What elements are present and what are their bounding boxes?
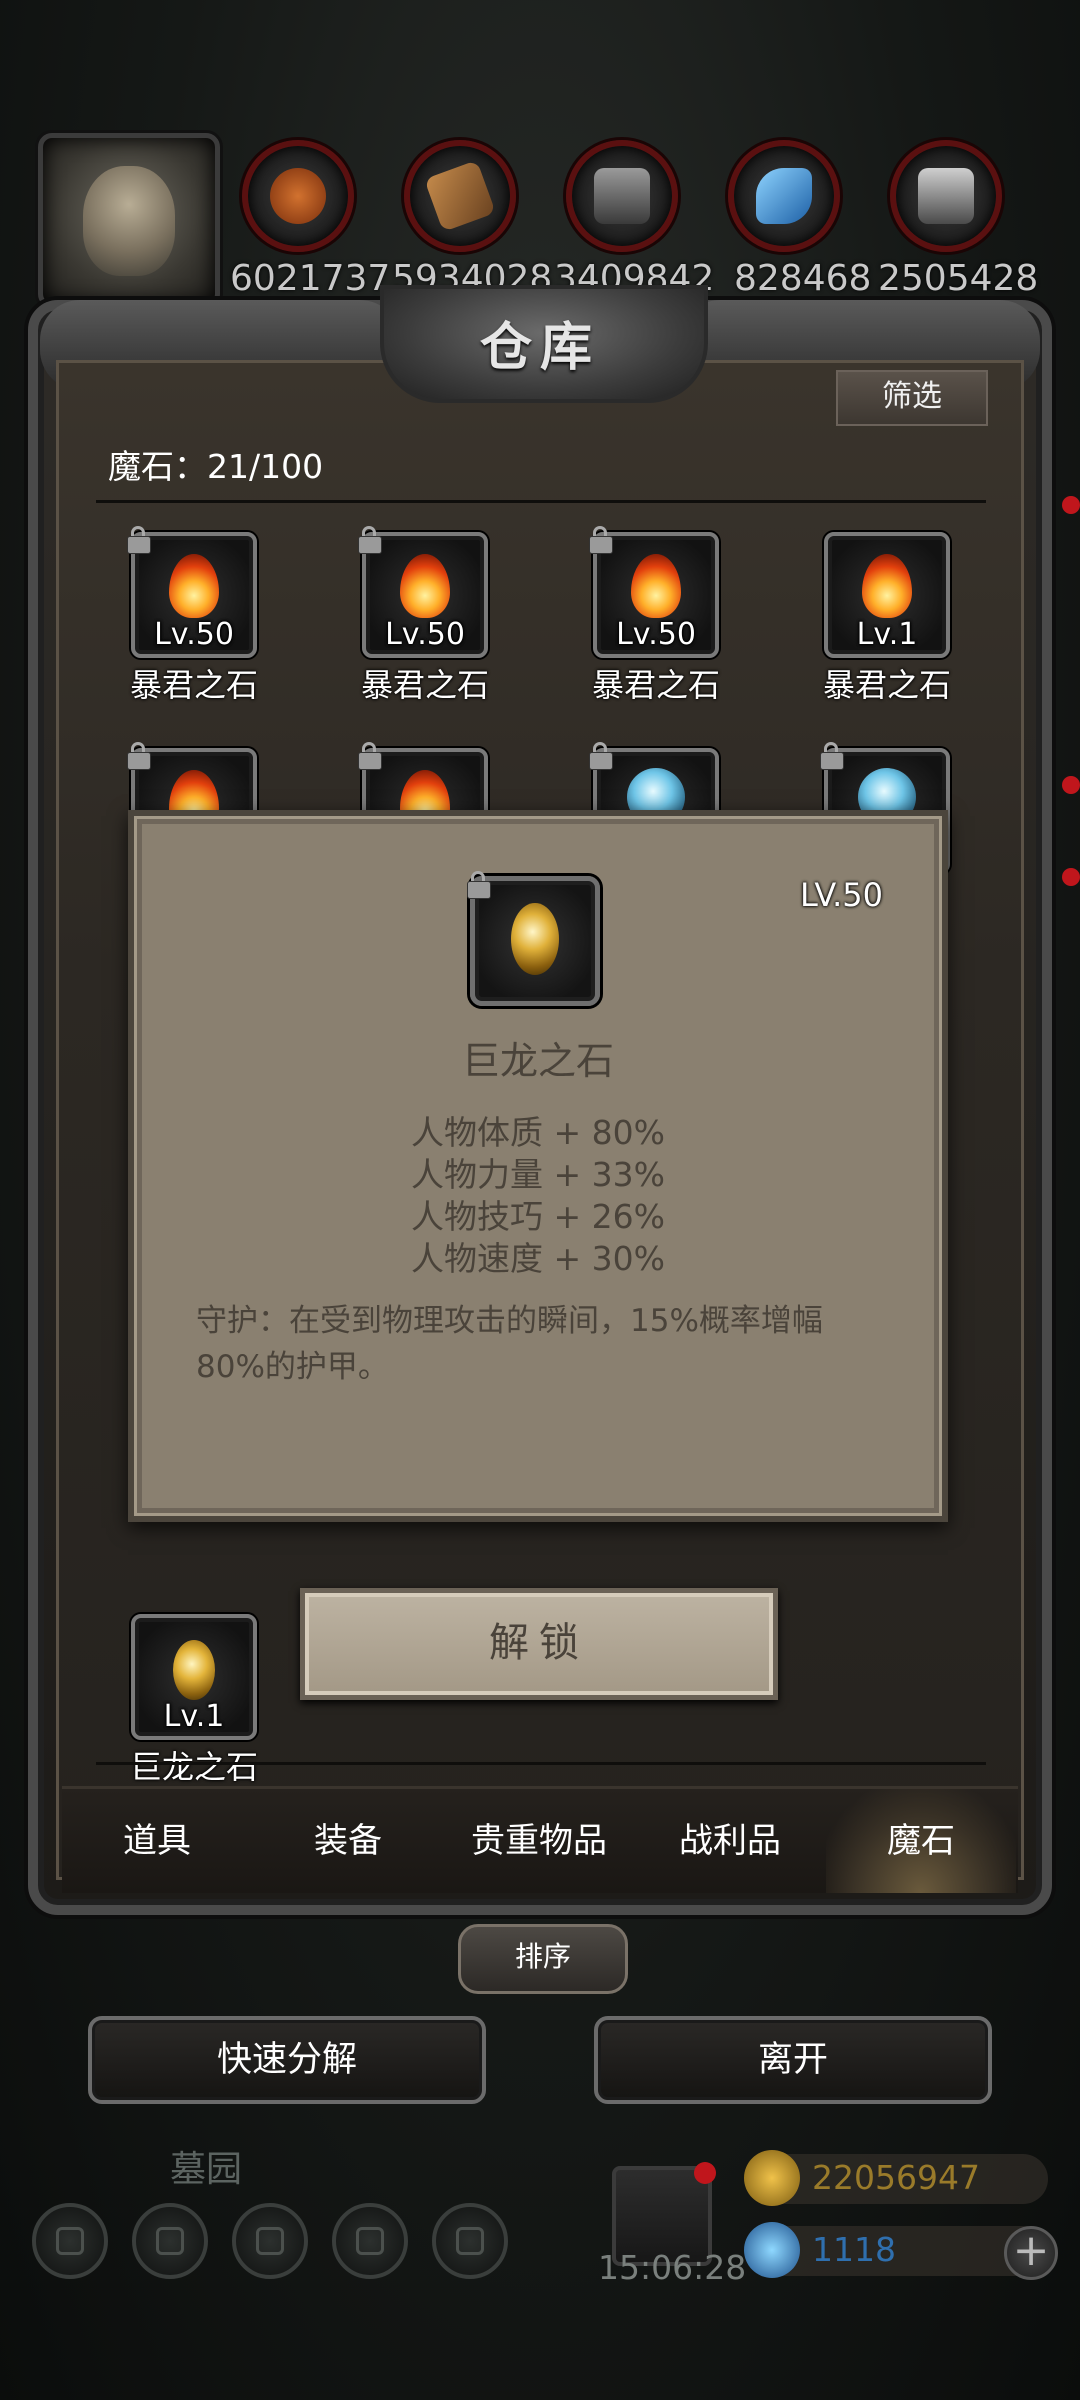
mail-icon[interactable] xyxy=(332,2203,408,2279)
tooltip-stat: 人物力量 + 33% xyxy=(411,1155,665,1194)
resource-fur-value: 6021737 xyxy=(230,258,391,299)
notification-dot xyxy=(1062,868,1080,886)
divider xyxy=(96,500,986,503)
lock-icon xyxy=(358,742,382,770)
diamond-icon xyxy=(744,2222,800,2278)
item-name: 暴君之石 xyxy=(591,666,720,704)
item-slot[interactable]: Lv.1 暴君之石 xyxy=(803,532,971,706)
tyrant-stone-icon xyxy=(862,554,912,618)
item-level: Lv.50 xyxy=(616,617,696,652)
tab-loot[interactable]: 战利品 xyxy=(635,1789,825,1893)
tab-valuables[interactable]: 贵重物品 xyxy=(444,1789,634,1893)
tooltip-item-slot xyxy=(467,871,600,1006)
gold-value: 22056947 xyxy=(812,2158,980,2197)
dragon-stone-icon xyxy=(511,903,559,975)
steel-icon xyxy=(890,140,1002,252)
settings-icon[interactable] xyxy=(32,2203,108,2279)
item-name: 巨龙之石 xyxy=(129,1748,258,1786)
filter-button[interactable]: 筛选 xyxy=(836,370,988,426)
tooltip-stat: 人物技巧 + 26% xyxy=(411,1197,665,1236)
notification-dot xyxy=(1062,776,1080,794)
lock-icon xyxy=(127,742,151,770)
lock-icon xyxy=(820,742,844,770)
tooltip-item-name: 巨龙之石 xyxy=(461,1039,614,1083)
resource-crystal-value: 828468 xyxy=(734,258,872,299)
tab-equipment[interactable]: 装备 xyxy=(253,1789,443,1893)
tab-props[interactable]: 道具 xyxy=(62,1789,252,1893)
tooltip-stat: 人物体质 + 80% xyxy=(411,1113,665,1152)
gold-coin-icon xyxy=(744,2150,800,2206)
fur-icon xyxy=(242,140,354,252)
tooltip-level: LV.50 xyxy=(800,876,883,914)
timer-label: 15:06:28 xyxy=(598,2248,747,2287)
sort-button[interactable]: 排序 xyxy=(458,1924,628,1994)
item-slot[interactable]: Lv.50 暴君之石 xyxy=(572,526,740,706)
tooltip-description: 守护：在受到物理攻击的瞬间，15%概率增幅80%的护甲。 xyxy=(196,1303,823,1385)
tyrant-stone-icon xyxy=(631,554,681,618)
star-icon[interactable] xyxy=(132,2203,208,2279)
quick-decompose-button[interactable]: 快速分解 xyxy=(88,2016,486,2104)
item-name: 暴君之石 xyxy=(822,666,951,704)
old-man-portrait-icon xyxy=(83,166,175,276)
lock-icon xyxy=(358,526,382,554)
shop-icon[interactable] xyxy=(232,2203,308,2279)
unlock-button[interactable]: 解锁 xyxy=(300,1588,778,1700)
tooltip-stat: 人物速度 + 30% xyxy=(411,1239,665,1278)
item-level: Lv.1 xyxy=(856,617,918,652)
notification-dot xyxy=(694,2162,716,2184)
notification-dot xyxy=(1062,496,1080,514)
lock-icon xyxy=(589,742,613,770)
page-title: 仓库 xyxy=(479,318,600,378)
iron-icon xyxy=(566,140,678,252)
category-tabs: 道具 装备 贵重物品 战利品 魔石 xyxy=(62,1786,1018,1893)
magic-stone-count: 魔石：21/100 xyxy=(108,447,324,486)
item-name: 暴君之石 xyxy=(129,666,258,704)
item-level: Lv.50 xyxy=(154,617,234,652)
divider xyxy=(96,1762,986,1765)
crystal-icon xyxy=(728,140,840,252)
lock-icon xyxy=(467,871,491,899)
location-label: 墓园 xyxy=(170,2149,243,2190)
item-level: Lv.1 xyxy=(163,1699,225,1734)
add-currency-button[interactable]: + xyxy=(1004,2226,1058,2280)
dragon-stone-icon xyxy=(173,1640,215,1700)
gear-icon[interactable] xyxy=(432,2203,508,2279)
wood-icon xyxy=(404,140,516,252)
tab-magic-stone[interactable]: 魔石 xyxy=(826,1789,1016,1893)
lock-icon xyxy=(589,526,613,554)
player-avatar[interactable] xyxy=(38,133,220,308)
item-level: Lv.50 xyxy=(385,617,465,652)
item-name: 暴君之石 xyxy=(360,666,489,704)
tyrant-stone-icon xyxy=(169,554,219,618)
item-slot[interactable]: Lv.50 暴君之石 xyxy=(341,526,509,706)
lock-icon xyxy=(127,526,151,554)
diamond-value: 1118 xyxy=(812,2230,896,2269)
resource-steel-value: 2505428 xyxy=(878,258,1039,299)
tyrant-stone-icon xyxy=(400,554,450,618)
item-slot[interactable]: Lv.50 暴君之石 xyxy=(110,526,278,706)
leave-button[interactable]: 离开 xyxy=(594,2016,992,2104)
